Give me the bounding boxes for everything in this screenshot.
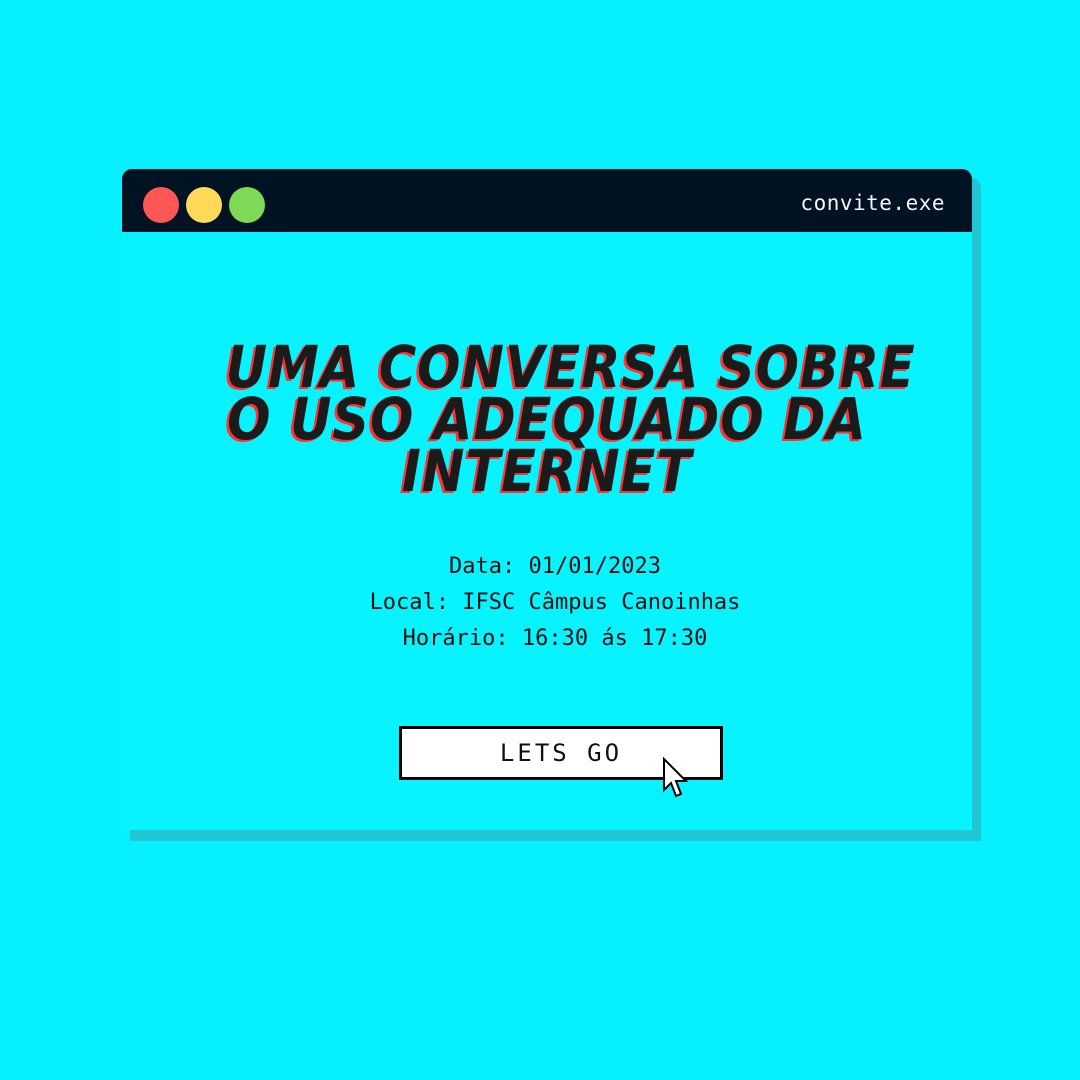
page-title: UMA CONVERSA SOBRE O USO ADEQUADO DA INT… xyxy=(226,338,915,500)
minimize-window-button[interactable] xyxy=(186,187,222,223)
maximize-window-button[interactable] xyxy=(229,187,265,223)
event-location: Local: IFSC Câmpus Canoinhas xyxy=(369,590,741,615)
event-details: Data: 01/01/2023 Local: IFSC Câmpus Cano… xyxy=(122,549,972,657)
window-titlebar: convite.exe xyxy=(122,169,972,232)
event-time: Horário: 16:30 ás 17:30 xyxy=(402,626,708,651)
pointer-cursor-icon xyxy=(663,757,689,798)
app-window: convite.exe UMA CONVERSA SOBRE O USO ADE… xyxy=(122,169,972,830)
event-date: Data: 01/01/2023 xyxy=(449,554,661,579)
close-window-button[interactable] xyxy=(143,187,179,223)
window-title: convite.exe xyxy=(800,191,945,215)
